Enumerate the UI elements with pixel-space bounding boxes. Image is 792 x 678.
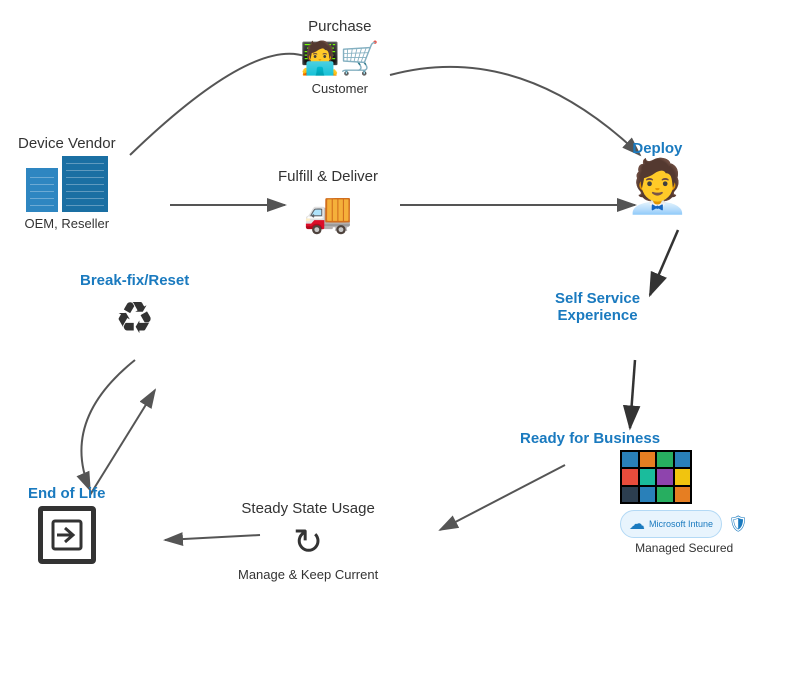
- truck-icon: 🚚: [303, 189, 353, 236]
- intune-badge: ☁ Microsoft Intune: [620, 510, 722, 538]
- managed-secured-label: Managed Secured: [620, 541, 748, 555]
- ready-for-business-node: Ready for Business: [520, 430, 660, 451]
- deploy-person-icon: 🧑‍💼: [625, 161, 690, 213]
- recycle-icon: ♻: [115, 293, 154, 344]
- purchase-icon: 🧑‍💻🛒: [300, 39, 380, 77]
- deploy-node: Deploy 🧑‍💼: [625, 140, 690, 213]
- device-vendor-node: Device Vendor OEM, Reseller: [18, 135, 116, 231]
- defender-shield-icon: 🛡: [728, 514, 748, 534]
- windows-start-icon: ☁ Microsoft Intune 🛡 Managed Secured: [620, 450, 748, 555]
- purchase-node: Purchase 🧑‍💻🛒 Customer: [300, 18, 380, 96]
- buildings-icon: [26, 156, 108, 212]
- cloud-icon: ☁: [629, 514, 645, 534]
- break-fix-node: Break-fix/Reset ♻: [80, 272, 189, 344]
- fulfill-deliver-node: Fulfill & Deliver 🚚: [278, 168, 378, 236]
- intune-label: Microsoft Intune: [649, 519, 713, 529]
- self-service-node: Self Service Experience: [555, 290, 640, 324]
- end-of-life-node: End of Life: [28, 485, 106, 564]
- steady-state-node: Steady State Usage ↻ Manage & Keep Curre…: [238, 500, 378, 582]
- lifecycle-diagram: Purchase 🧑‍💻🛒 Customer Device Vendor OEM…: [0, 0, 792, 678]
- refresh-icon: ↻: [293, 521, 323, 563]
- exit-icon: [38, 506, 96, 564]
